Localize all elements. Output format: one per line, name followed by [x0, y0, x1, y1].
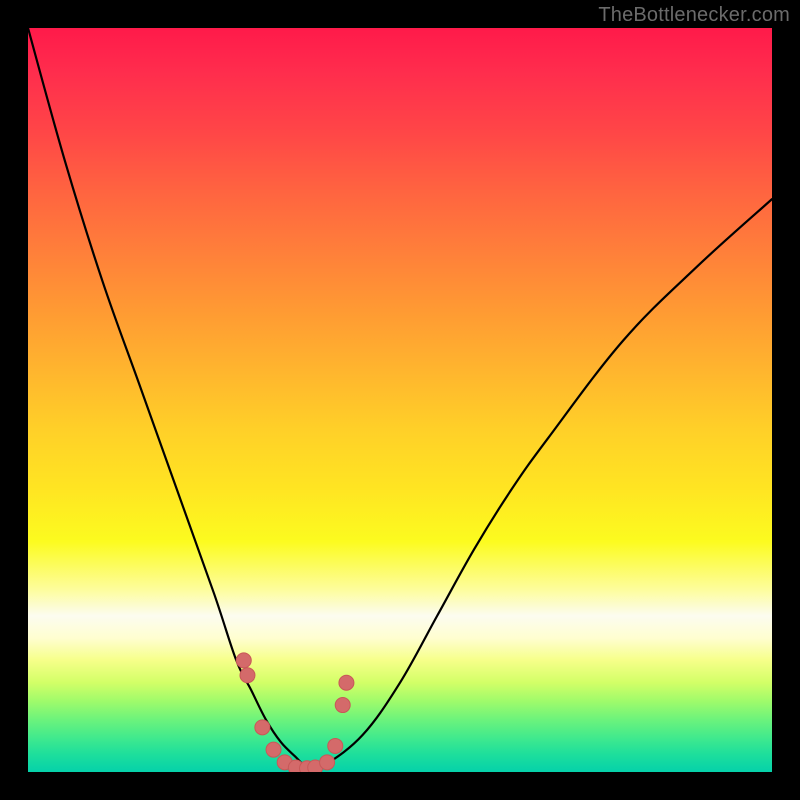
- chart-frame: [28, 28, 772, 772]
- trough-marker: [236, 653, 251, 668]
- trough-marker: [255, 720, 270, 735]
- bottleneck-chart: [28, 28, 772, 772]
- trough-marker: [320, 755, 335, 770]
- trough-marker: [266, 742, 281, 757]
- watermark: TheBottlenecker.com: [598, 4, 790, 27]
- trough-marker: [240, 668, 255, 683]
- bottleneck-curve: [28, 28, 772, 769]
- trough-marker: [328, 738, 343, 753]
- trough-markers-group: [236, 653, 354, 772]
- trough-marker: [339, 675, 354, 690]
- trough-marker: [335, 698, 350, 713]
